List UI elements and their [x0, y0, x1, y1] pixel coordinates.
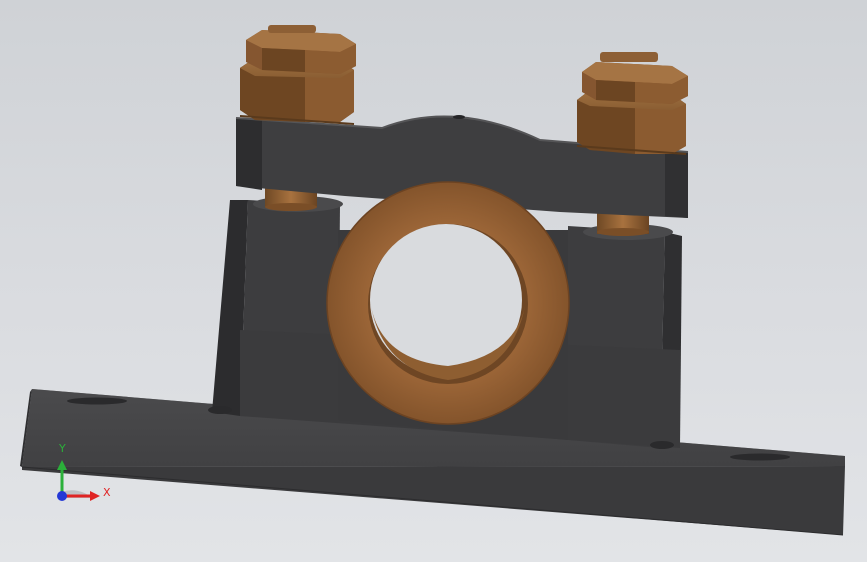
hex-nut-left[interactable]: [239, 25, 356, 125]
cap-oil-hole: [453, 115, 465, 119]
hex-nut-right[interactable]: [576, 52, 688, 155]
pillow-block-model[interactable]: [0, 0, 867, 562]
x-axis-label: X: [103, 486, 111, 499]
y-axis-label: Y: [59, 442, 66, 455]
3d-viewport[interactable]: Y X: [0, 0, 867, 562]
base-hole-left: [67, 397, 127, 405]
base-hole-right: [730, 453, 790, 461]
z-axis-dot: [57, 491, 67, 501]
bronze-bushing[interactable]: [326, 181, 570, 425]
